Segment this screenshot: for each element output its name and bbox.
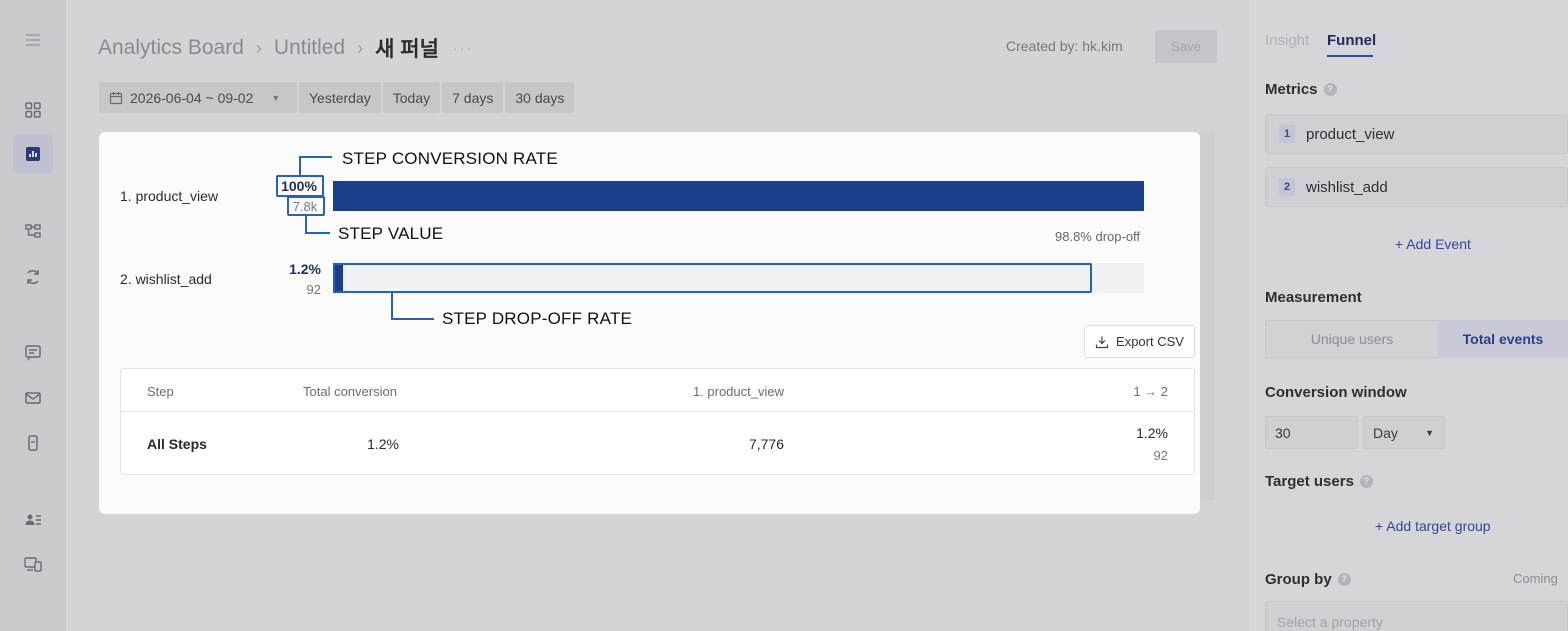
step-dropoff-highlight [333, 263, 1092, 293]
group-by-title-text: Group by [1265, 571, 1332, 588]
active-tab-indicator [1327, 55, 1373, 57]
tab-funnel[interactable]: Funnel [1327, 32, 1376, 49]
step-value-annotation: STEP VALUE [338, 224, 444, 243]
table-row-step-1-2-value: 92 [1153, 448, 1168, 463]
chevron-down-icon: ▼ [271, 92, 281, 103]
funnel-table: Step Total conversion 1. product_view 1 … [120, 368, 1195, 475]
download-icon [1095, 336, 1109, 348]
retention-icon[interactable] [13, 257, 53, 297]
conversion-window-unit: Day [1373, 424, 1398, 441]
step-conversion-rate-annotation: STEP CONVERSION RATE [342, 149, 558, 168]
preset-today[interactable]: Today [382, 82, 441, 113]
tab-insight[interactable]: Insight [1265, 32, 1309, 49]
metric-name: product_view [1306, 125, 1395, 143]
table-header-step-1: 1. product_view [692, 384, 784, 399]
export-csv-button[interactable]: Export CSV [1084, 325, 1195, 358]
measurement-total-events[interactable]: Total events [1438, 320, 1568, 358]
created-by-label: Created by: [1006, 38, 1079, 54]
users-list-icon[interactable] [13, 500, 53, 540]
mail-icon[interactable] [13, 378, 53, 418]
settings-panel: Insight Funnel Metrics ? 1 product_view … [1249, 0, 1568, 631]
help-icon[interactable]: ? [1359, 475, 1373, 488]
metric-index: 1 [1279, 125, 1295, 143]
table-header-step-1-to-2: 1 → 2 [1133, 384, 1168, 399]
table-header-total-conversion: Total conversion [303, 384, 397, 399]
step-1-bar[interactable] [333, 181, 1144, 211]
preset-30-days[interactable]: 30 days [505, 82, 575, 113]
metrics-title-text: Metrics [1265, 81, 1318, 98]
devices-icon[interactable] [13, 544, 53, 584]
step-1-rate: 100% [281, 178, 317, 194]
step-1-label: 1. product_view [120, 188, 219, 204]
breadcrumb-mid[interactable]: Untitled [274, 36, 345, 60]
mobile-icon[interactable] [13, 423, 53, 463]
metric-index: 2 [1279, 178, 1295, 196]
help-icon[interactable]: ? [1337, 573, 1351, 586]
step-2-value: 92 [306, 282, 321, 297]
conversion-window-unit-select[interactable]: Day ▼ [1363, 416, 1445, 449]
metric-name: wishlist_add [1306, 178, 1388, 196]
page-title[interactable]: 새 퍼널 [375, 33, 439, 63]
step-2-rate: 1.2% [289, 261, 321, 277]
chevron-right-icon: › [255, 37, 262, 58]
nav-rail [0, 0, 66, 631]
table-row-total-conversion: 1.2% [367, 436, 399, 452]
step-value-callout-line [305, 216, 330, 234]
measurement-unique-users[interactable]: Unique users [1265, 320, 1439, 358]
table-row-step: All Steps [147, 436, 207, 452]
analytics-board-icon[interactable] [13, 134, 53, 174]
export-csv-label: Export CSV [1116, 334, 1184, 349]
group-by-select[interactable]: Select a property [1265, 601, 1568, 631]
calendar-icon [109, 91, 123, 104]
add-event-button[interactable]: + Add Event [1395, 236, 1471, 252]
dropoff-rate-callout-line [391, 293, 434, 320]
group-by-title: Group by ? [1265, 571, 1351, 588]
date-range-picker[interactable]: 2026-06-04 ~ 09-02 ▼ [99, 82, 297, 113]
table-row-product-view: 7,776 [748, 436, 784, 452]
conversion-rate-callout-line [299, 156, 332, 176]
step-2-label: 2. wishlist_add [120, 271, 212, 287]
step-dropoff-rate-annotation: STEP DROP-OFF RATE [442, 309, 632, 328]
created-by-user: hk.kim [1082, 38, 1123, 54]
add-target-group-button[interactable]: + Add target group [1375, 518, 1491, 534]
target-users-title: Target users ? [1265, 473, 1373, 490]
coming-soon-badge: Coming [1513, 571, 1558, 586]
menu-icon[interactable] [13, 20, 53, 60]
funnel-card: 1. product_view 100% 7.8k 98.8% drop-off… [99, 132, 1200, 514]
card-backdrop [1199, 133, 1215, 500]
conversion-window-title: Conversion window [1265, 384, 1407, 401]
chevron-right-icon: › [357, 37, 364, 58]
table-divider [121, 411, 1194, 412]
table-row-step-1-2-rate: 1.2% [1136, 425, 1168, 441]
help-icon[interactable]: ? [1323, 83, 1337, 96]
date-range-value: 2026-06-04 ~ 09-02 [130, 89, 254, 106]
preset-7-days[interactable]: 7 days [442, 82, 504, 113]
message-icon[interactable] [13, 333, 53, 373]
save-button[interactable]: Save [1155, 30, 1217, 63]
conversion-window-input[interactable]: 30 [1265, 416, 1358, 449]
more-options-icon[interactable]: ··· [453, 40, 473, 56]
metric-item[interactable]: 1 product_view [1265, 114, 1568, 154]
dashboard-icon[interactable] [13, 90, 53, 130]
date-filter: 2026-06-04 ~ 09-02 ▼ Yesterday Today 7 d… [99, 82, 576, 113]
breadcrumb-root[interactable]: Analytics Board [98, 36, 244, 60]
metrics-title: Metrics ? [1265, 81, 1337, 98]
created-by: Created by: hk.kim [1006, 38, 1123, 54]
dropoff-label: 98.8% drop-off [1055, 229, 1141, 244]
metric-item[interactable]: 2 wishlist_add [1265, 167, 1568, 207]
table-header-step: Step [147, 384, 174, 399]
measurement-title: Measurement [1265, 289, 1362, 306]
target-users-title-text: Target users [1265, 473, 1354, 490]
preset-yesterday[interactable]: Yesterday [299, 82, 381, 113]
step-1-value: 7.8k [292, 199, 318, 214]
flow-icon[interactable] [13, 211, 53, 251]
breadcrumb: Analytics Board › Untitled › 새 퍼널 ··· [98, 33, 473, 63]
caret-down-icon: ▼ [1425, 427, 1434, 438]
